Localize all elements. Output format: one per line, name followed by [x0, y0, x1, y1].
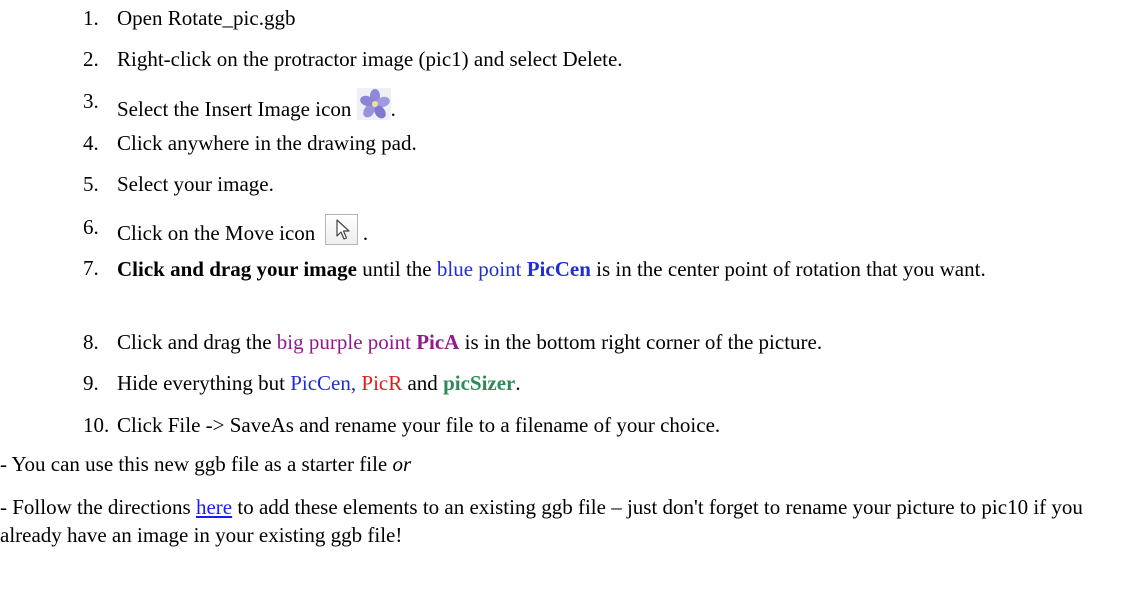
- step-number: 6.: [83, 215, 99, 239]
- flower-image-icon: [356, 88, 391, 120]
- step-text-after: .: [390, 97, 396, 121]
- step-text-segment: until the: [356, 257, 437, 281]
- picsizer-label: picSizer: [443, 371, 516, 395]
- step-number: 5.: [83, 172, 99, 196]
- step-text-segment: Hide everything but: [117, 371, 291, 395]
- step-text: Click on the Move icon .: [117, 214, 368, 247]
- step-number: 7.: [83, 256, 99, 280]
- step-text-segment: is in the center point of rotation that …: [590, 257, 986, 281]
- piccen-text: PicCen,: [290, 371, 357, 395]
- picr-text: PicR: [361, 371, 403, 395]
- piccen-label: PicCen: [526, 257, 591, 281]
- para-italic-or: or: [392, 452, 412, 476]
- step-bold-text: Click and drag your image: [117, 257, 357, 281]
- document-page: { "steps": [ {"num": "1.", "text": "Open…: [0, 0, 1135, 598]
- step-text: Select your image.: [117, 172, 274, 196]
- step-text-segment: Click and drag the: [117, 330, 277, 354]
- step-number: 3.: [83, 89, 99, 113]
- para-text: - You can use this new ggb file as a sta…: [0, 452, 393, 476]
- step-number: 4.: [83, 131, 99, 155]
- para-text: - Follow the directions: [0, 495, 196, 519]
- step-text: Click File -> SaveAs and rename your fil…: [117, 413, 721, 437]
- step-text: Hide everything but PicCen, PicR and pic…: [117, 370, 521, 397]
- step-text-segment: .: [515, 371, 521, 395]
- step-text-before: Click on the Move icon: [117, 221, 316, 245]
- purple-text: big purple point: [276, 330, 417, 354]
- starter-file-note: - You can use this new ggb file as a sta…: [0, 450, 1125, 478]
- step-text: Right-click on the protractor image (pic…: [117, 47, 623, 71]
- step-text: Click and drag the big purple point PicA…: [117, 329, 822, 356]
- step-text: Click and drag your image until the blue…: [117, 255, 1097, 283]
- here-link[interactable]: here: [196, 495, 232, 519]
- step-number: 2.: [83, 47, 99, 71]
- step-number: 10.: [83, 413, 110, 437]
- step-text-segment: is in the bottom right corner of the pic…: [459, 330, 823, 354]
- directions-note: - Follow the directions here to add thes…: [0, 493, 1125, 549]
- step-number: 8.: [83, 330, 99, 354]
- pica-label: PicA: [416, 330, 460, 354]
- step-number: 9.: [83, 371, 99, 395]
- step-text-segment: and: [402, 371, 444, 395]
- step-text: Open Rotate_pic.ggb: [117, 6, 296, 30]
- arrow-cursor-icon: [324, 214, 358, 245]
- step-text: Click anywhere in the drawing pad.: [117, 131, 417, 155]
- step-text: Select the Insert Image icon .: [117, 88, 396, 123]
- blue-text: blue point: [436, 257, 527, 281]
- step-text-before: Select the Insert Image icon: [117, 97, 352, 121]
- step-text-after: .: [362, 221, 369, 245]
- step-number: 1.: [83, 6, 99, 30]
- list-item: 7. Click and drag your image until the b…: [0, 255, 1120, 315]
